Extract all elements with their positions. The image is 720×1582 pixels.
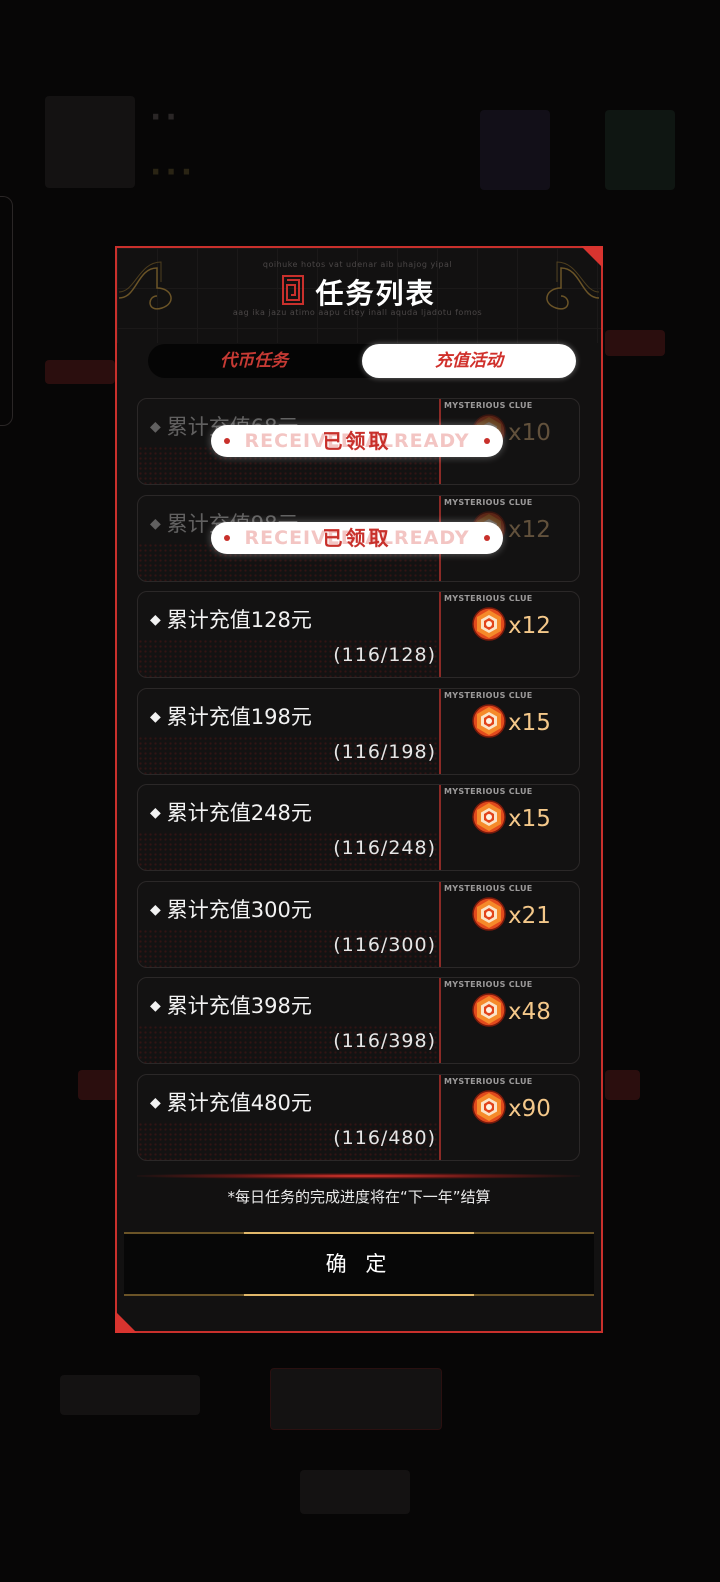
task-divider	[439, 688, 441, 774]
task-progress: (116/198)	[333, 740, 436, 763]
badge-dot-right	[484, 534, 490, 541]
mysterious-clue-coin-icon	[472, 896, 506, 935]
task-list: ◆累计充值68元 MYSTERIOUS CLUE x10 RECEIVED AL…	[137, 398, 580, 1170]
task-divider	[439, 785, 441, 870]
modal-title: 任务列表	[315, 277, 436, 310]
task-name: 累计充值198元	[166, 704, 312, 729]
tab-bar: 代币任务 充值活动	[148, 344, 576, 378]
mysterious-clue-coin-icon	[472, 800, 506, 838]
corner-accent-top-right	[581, 246, 603, 268]
task-name-row: ◆ 累计充值198元	[150, 701, 312, 731]
claimed-badge: RECEIVED ALREADY 已领取	[211, 425, 503, 457]
reward-label: MYSTERIOUS CLUE	[444, 787, 533, 796]
claimed-label: 已领取	[322, 429, 392, 453]
mysterious-clue-coin-icon	[472, 1089, 506, 1128]
diamond-bullet-icon: ◆	[150, 419, 161, 435]
mysterious-clue-coin-icon	[472, 703, 506, 742]
reward-label: MYSTERIOUS CLUE	[444, 594, 533, 603]
task-name: 累计充值128元	[166, 608, 312, 632]
reward-amount: x15	[508, 806, 551, 832]
task-item: ◆ 累计充值248元 (116/248) MYSTERIOUS CLUE x15	[137, 784, 580, 871]
confirm-button[interactable]: 确 定	[124, 1232, 594, 1296]
header-decor-text-top: qoihuke hotos vat udenar aib uhajog yipa…	[262, 260, 453, 269]
reward-amount: x48	[508, 999, 551, 1025]
task-name: 累计充值398元	[166, 994, 312, 1018]
reward: x15	[472, 800, 551, 838]
task-divider	[439, 881, 441, 967]
task-item-claimed: ◆累计充值68元 MYSTERIOUS CLUE x10 RECEIVED AL…	[137, 398, 580, 485]
task-progress: (116/300)	[333, 933, 436, 956]
reward-label: MYSTERIOUS CLUE	[444, 497, 533, 507]
task-name: 累计充值480元	[166, 1090, 312, 1115]
reward-amount: x15	[508, 709, 551, 736]
settlement-footnote: *每日任务的完成进度将在“下一年”结算	[227, 1188, 491, 1206]
task-item-claimed: ◆累计充值98元 MYSTERIOUS CLUE x12 RECEIVED AL…	[137, 494, 580, 582]
badge-dot-left	[224, 438, 230, 444]
reward-label: MYSTERIOUS CLUE	[444, 401, 533, 410]
task-name: 累计充值248元	[166, 801, 312, 825]
task-name-row: ◆ 累计充值480元	[150, 1087, 312, 1117]
tab-token-tasks[interactable]: 代币任务	[148, 344, 360, 378]
task-progress: (116/128)	[333, 644, 436, 666]
reward-label: MYSTERIOUS CLUE	[444, 1076, 533, 1086]
reward: x48	[472, 993, 551, 1031]
task-progress: (116/398)	[333, 1030, 436, 1052]
diamond-bullet-icon: ◆	[150, 1094, 161, 1111]
reward-label: MYSTERIOUS CLUE	[444, 980, 533, 989]
diamond-bullet-icon: ◆	[150, 708, 161, 725]
maze-logo-icon	[282, 275, 305, 309]
task-name: 累计充值300元	[166, 897, 312, 922]
reward-amount: x10	[508, 420, 551, 446]
reward-amount: x21	[508, 902, 551, 929]
task-list-modal: qoihuke hotos vat udenar aib uhajog yipa…	[115, 246, 603, 1333]
task-divider	[439, 978, 441, 1063]
reward-label: MYSTERIOUS CLUE	[444, 690, 533, 700]
reward: x15	[472, 703, 551, 742]
task-name-row: ◆ 累计充值398元	[150, 990, 312, 1020]
badge-dot-left	[224, 534, 230, 541]
task-progress: (116/248)	[333, 837, 436, 859]
task-item: ◆ 累计充值128元 (116/128) MYSTERIOUS CLUE x12	[137, 591, 580, 678]
corner-accent-bottom-left	[115, 1311, 137, 1333]
task-item: ◆ 累计充值300元 (116/300) MYSTERIOUS CLUE x21	[137, 880, 580, 968]
reward-label: MYSTERIOUS CLUE	[444, 883, 533, 893]
diamond-bullet-icon: ◆	[150, 998, 161, 1014]
modal-header: 任务列表	[117, 272, 601, 312]
diamond-bullet-icon: ◆	[150, 901, 161, 918]
diamond-bullet-icon: ◆	[150, 612, 161, 628]
tab-recharge-events[interactable]: 充值活动	[362, 344, 576, 378]
side-drawer-handle[interactable]	[0, 196, 13, 426]
reward-amount: x12	[508, 613, 551, 639]
task-item: ◆ 累计充值398元 (116/398) MYSTERIOUS CLUE x48	[137, 977, 580, 1064]
reward-amount: x90	[508, 1095, 551, 1122]
reward: x21	[472, 896, 551, 935]
claimed-badge: RECEIVED ALREADY 已领取	[211, 521, 503, 554]
task-name-row: ◆ 累计充值300元	[150, 894, 312, 924]
task-item: ◆ 累计充值198元 (116/198) MYSTERIOUS CLUE x15	[137, 687, 580, 775]
reward: x12	[472, 607, 551, 645]
badge-dot-right	[484, 438, 490, 444]
task-divider	[439, 1074, 441, 1160]
task-item: ◆ 累计充值480元 (116/480) MYSTERIOUS CLUE x90	[137, 1073, 580, 1161]
diamond-bullet-icon: ◆	[150, 515, 161, 532]
task-divider	[439, 592, 441, 677]
mysterious-clue-coin-icon	[472, 993, 506, 1031]
diamond-bullet-icon: ◆	[150, 805, 161, 821]
claimed-label: 已领取	[322, 525, 392, 550]
task-progress: (116/480)	[333, 1126, 436, 1149]
reward: x90	[472, 1089, 551, 1128]
list-bottom-glow	[137, 1173, 580, 1179]
task-name-row: ◆ 累计充值248元	[150, 797, 312, 827]
mysterious-clue-coin-icon	[472, 607, 506, 645]
task-name-row: ◆ 累计充值128元	[150, 604, 312, 634]
reward-amount: x12	[508, 516, 551, 543]
